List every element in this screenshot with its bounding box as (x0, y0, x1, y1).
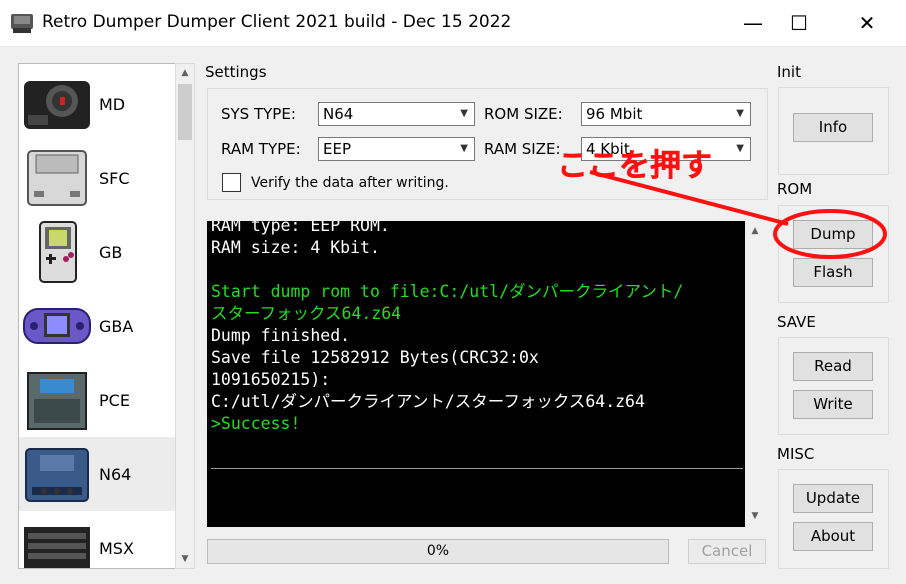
app-icon (11, 14, 33, 33)
pce-console-icon (27, 372, 87, 430)
gba-icon (23, 308, 91, 344)
system-label: GB (99, 242, 123, 262)
verify-label: Verify the data after writing. (251, 175, 449, 191)
log-line: 1091650215): (211, 370, 331, 389)
ram-size-label: RAM SIZE: (484, 140, 561, 158)
dump-button[interactable]: Dump (793, 220, 873, 249)
save-group-label: SAVE (777, 313, 816, 331)
system-item-md[interactable]: MD (19, 67, 175, 141)
misc-group-label: MISC (777, 445, 815, 463)
rom-size-select[interactable]: 96 Mbit ▼ (581, 102, 751, 126)
log-line: RAM type: EEP ROM. (211, 221, 390, 235)
rom-size-value: 96 Mbit (586, 105, 643, 123)
sys-type-label: SYS TYPE: (221, 105, 296, 123)
read-button[interactable]: Read (793, 352, 873, 381)
log-line: RAM size: 4 Kbit. (211, 238, 380, 257)
rom-group-label: ROM (777, 180, 813, 198)
about-button[interactable]: About (793, 522, 873, 551)
system-item-gb[interactable]: GB (19, 215, 175, 289)
sys-type-select[interactable]: N64 ▼ (318, 102, 475, 126)
log-console[interactable]: RAM type: EEP ROM. RAM size: 4 Kbit. Sta… (207, 221, 745, 527)
system-label: MD (99, 94, 126, 114)
scroll-thumb[interactable] (178, 84, 192, 140)
log-line: Start dump rom to file:C:/utl/ダンパークライアント… (211, 282, 684, 301)
system-label: PCE (99, 390, 130, 410)
chevron-down-icon: ▼ (460, 108, 468, 119)
client-area: MD SFC GB GBA PCE N64 MSX ▲ ▼ Settings S… (0, 46, 906, 584)
ram-type-value: EEP (323, 140, 352, 158)
verify-checkbox[interactable] (222, 173, 241, 192)
system-label: GBA (99, 316, 134, 336)
write-button[interactable]: Write (793, 390, 873, 419)
title-bar: Retro Dumper Dumper Client 2021 build - … (0, 0, 906, 46)
scroll-down-icon[interactable]: ▼ (746, 507, 764, 525)
maximize-icon: ☐ (790, 11, 808, 35)
minimize-icon: — (743, 11, 763, 35)
update-button[interactable]: Update (793, 484, 873, 513)
scroll-up-icon[interactable]: ▲ (746, 222, 764, 240)
system-item-n64[interactable]: N64 (19, 437, 175, 511)
log-line: Save file 12582912 Bytes(CRC32:0x (211, 348, 539, 367)
system-list[interactable]: MD SFC GB GBA PCE N64 MSX (18, 63, 176, 569)
progress-bar: 0% (207, 539, 669, 564)
chevron-down-icon: ▼ (736, 108, 744, 119)
init-group-label: Init (777, 63, 801, 81)
chevron-down-icon: ▼ (460, 143, 468, 154)
md-console-icon (24, 81, 90, 129)
gameboy-icon (39, 221, 77, 283)
scroll-up-icon[interactable]: ▲ (176, 64, 194, 82)
ram-type-select[interactable]: EEP ▼ (318, 137, 475, 161)
window-title: Retro Dumper Dumper Client 2021 build - … (42, 12, 512, 32)
system-list-scrollbar[interactable]: ▲ ▼ (175, 63, 195, 569)
system-label: MSX (99, 538, 134, 558)
settings-group-label: Settings (205, 63, 267, 81)
close-button[interactable]: ✕ (837, 0, 897, 46)
rom-size-label: ROM SIZE: (484, 105, 563, 123)
log-line: Dump finished. (211, 326, 351, 345)
log-line: スターフォックス64.z64 (211, 304, 402, 323)
log-divider (211, 468, 743, 469)
system-label: N64 (99, 464, 132, 484)
cancel-button[interactable]: Cancel (688, 539, 766, 564)
console-scrollbar[interactable]: ▲ ▼ (746, 221, 766, 527)
chevron-down-icon: ▼ (736, 143, 744, 154)
msx-computer-icon (24, 527, 90, 568)
system-item-gba[interactable]: GBA (19, 289, 175, 363)
log-line: >Success! (211, 414, 301, 433)
log-line: C:/utl/ダンパークライアント/スターフォックス64.z64 (211, 392, 645, 411)
sfc-console-icon (27, 150, 87, 206)
annotation-text: ここを押す (557, 148, 713, 185)
sys-type-value: N64 (323, 105, 354, 123)
system-item-pce[interactable]: PCE (19, 363, 175, 437)
ram-type-label: RAM TYPE: (221, 140, 301, 158)
flash-button[interactable]: Flash (793, 258, 873, 287)
system-item-msx[interactable]: MSX (19, 511, 175, 568)
n64-console-icon (25, 448, 89, 502)
maximize-button[interactable]: ☐ (769, 0, 829, 46)
scroll-down-icon[interactable]: ▼ (176, 550, 194, 568)
system-label: SFC (99, 168, 130, 188)
progress-text: 0% (426, 543, 450, 559)
system-item-sfc[interactable]: SFC (19, 141, 175, 215)
close-icon: ✕ (858, 11, 876, 35)
info-button[interactable]: Info (793, 113, 873, 142)
